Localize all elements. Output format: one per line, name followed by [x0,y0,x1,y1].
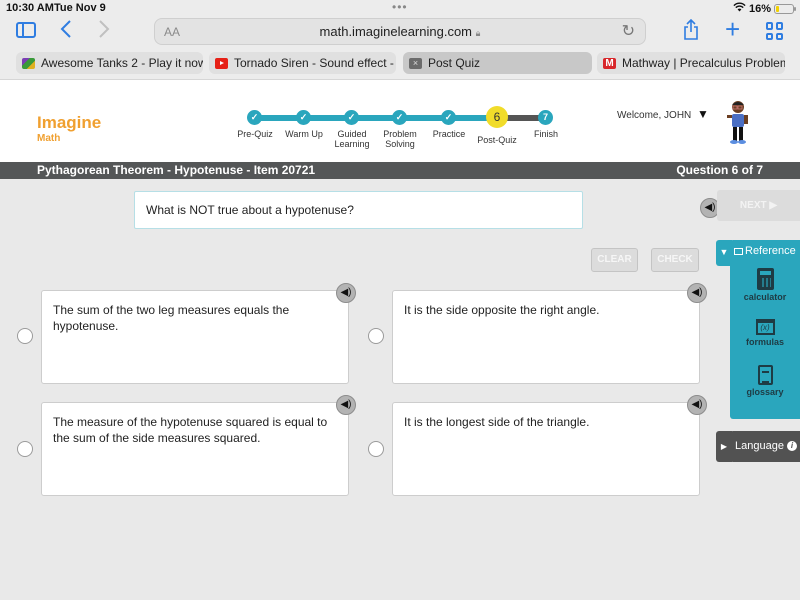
step-label-text: Guided Learning [334,129,370,149]
choice-audio-button-3[interactable]: ◀︎) [336,395,356,415]
browser-tab-awesome-tanks[interactable]: Awesome Tanks 2 - Play it now a [16,52,203,74]
speaker-icon: ◀︎) [691,399,703,410]
answer-choice-3[interactable]: The measure of the hypotenuse squared is… [41,395,356,496]
sidebar-toggle-icon[interactable] [16,22,36,38]
mathway-favicon: M [603,57,616,69]
battery-icon [774,3,796,14]
question-prompt: What is NOT true about a hypotenuse? [146,203,354,217]
info-icon[interactable]: i [787,441,798,452]
lesson-title-bar: Pythagorean Theorem - Hypotenuse - Item … [0,162,800,179]
forward-button[interactable] [98,19,110,43]
step-label-text: Problem Solving [383,129,417,149]
back-button[interactable] [60,19,72,43]
step-dot-problem-solving[interactable]: ✓ [392,110,407,125]
reload-icon[interactable]: ↻ [622,21,635,41]
answer-choice-text: It is the side opposite the right angle. [404,303,600,317]
share-button[interactable] [683,18,699,45]
choice-audio-button-4[interactable]: ◀︎) [687,395,707,415]
user-menu-caret-icon[interactable]: ▼ [697,107,709,121]
tab-title: Post Quiz [428,56,481,70]
logo-math: Math [37,133,61,144]
check-button[interactable]: CHECK [651,248,699,272]
speaker-icon: ◀︎) [340,399,352,410]
logo-imagine: Imagine [37,113,102,132]
new-tab-button[interactable]: + [725,16,740,42]
reference-title-text: Reference [745,245,796,257]
multitasking-dots-icon[interactable]: ••• [392,0,408,14]
step-dot-practice[interactable]: ✓ [441,110,456,125]
address-bar[interactable]: AA math.imaginelearning.com 🔒︎ ↻ [154,18,646,45]
speaker-icon: ◀︎) [340,287,352,298]
glossary-icon [757,365,773,385]
question-counter: Question 6 of 7 [676,163,763,177]
youtube-favicon [215,57,228,69]
browser-tab-mathway[interactable]: M Mathway | Precalculus Problem S [597,52,785,74]
status-time: 10:30 AM [6,2,54,14]
answer-choice-text: The measure of the hypotenuse squared is… [53,415,328,445]
step-dot-post-quiz[interactable]: 6 [486,106,508,128]
step-dot-warm-up[interactable]: ✓ [296,110,311,125]
reference-item-label: glossary [746,387,784,397]
choice-radio-1[interactable] [17,328,33,344]
reference-panel: Reference calculator (x) formulas glossa… [730,240,800,419]
step-label-finish: Finish [533,129,558,139]
language-button[interactable]: Language i [730,431,800,462]
status-date: Tue Nov 9 [54,2,106,14]
choice-radio-2[interactable] [368,328,384,344]
student-avatar[interactable] [723,98,753,146]
speaker-icon: ◀︎) [691,287,703,298]
choice-audio-button-2[interactable]: ◀︎) [687,283,707,303]
tanks-favicon [22,57,35,69]
reference-item-label: calculator [743,292,787,302]
lock-icon: 🔒︎ [475,28,481,38]
clear-button[interactable]: CLEAR [591,248,638,272]
app-header: Imagine Math ✓ Pre-Quiz ✓ Warm Up ✓ Guid… [0,80,800,162]
answer-choice-text: It is the longest side of the triangle. [404,415,590,429]
speaker-icon: ◀︎) [704,202,716,213]
step-dot-guided-learning[interactable]: ✓ [344,110,359,125]
reference-icon [734,247,743,255]
question-prompt-box: What is NOT true about a hypotenuse? ◀︎) [134,191,720,229]
tab-title: Mathway | Precalculus Problem S [622,56,785,70]
status-right: 16% [733,2,796,15]
next-button[interactable]: NEXT ▶ [717,190,800,221]
browser-tab-post-quiz[interactable]: × Post Quiz [403,52,592,74]
answer-choice-4[interactable]: It is the longest side of the triangle. … [392,395,707,496]
progress-track-complete [255,115,495,121]
browser-tab-tornado-siren[interactable]: Tornado Siren - Sound effect - Y [209,52,396,74]
reference-title: Reference [734,245,796,257]
calculator-icon [756,268,774,290]
language-label: Language [735,440,784,452]
reference-glossary[interactable]: glossary [730,365,800,397]
lesson-title: Pythagorean Theorem - Hypotenuse - Item … [37,163,316,177]
reference-calculator[interactable]: calculator [730,268,800,302]
answer-choice-1[interactable]: The sum of the two leg measures equals t… [41,283,356,384]
reference-formulas[interactable]: (x) formulas [730,319,800,347]
formulas-icon: (x) [755,319,775,335]
tab-title: Tornado Siren - Sound effect - Y [234,56,396,70]
step-dot-pre-quiz[interactable]: ✓ [247,110,262,125]
reference-item-label: formulas [745,337,784,347]
url-value: math.imaginelearning.com [319,24,473,39]
choice-radio-4[interactable] [368,441,384,457]
close-tab-icon[interactable]: × [409,57,422,69]
quiz-area: What is NOT true about a hypotenuse? ◀︎)… [0,179,800,600]
battery-percent: 16% [748,2,771,15]
answer-choice-text: The sum of the two leg measures equals t… [53,303,290,333]
choice-radio-3[interactable] [17,441,33,457]
tab-title: Awesome Tanks 2 - Play it now a [41,56,203,70]
answer-choice-2[interactable]: It is the side opposite the right angle.… [392,283,707,384]
welcome-text[interactable]: Welcome, JOHN [617,110,691,121]
tab-overview-button[interactable] [766,22,784,40]
browser-chrome: 10:30 AM Tue Nov 9 ••• 16% AA math.imagi… [0,0,800,80]
url-text[interactable]: math.imaginelearning.com 🔒︎ [155,24,645,39]
step-dot-finish[interactable]: 7 [538,110,553,125]
choice-audio-button-1[interactable]: ◀︎) [336,283,356,303]
